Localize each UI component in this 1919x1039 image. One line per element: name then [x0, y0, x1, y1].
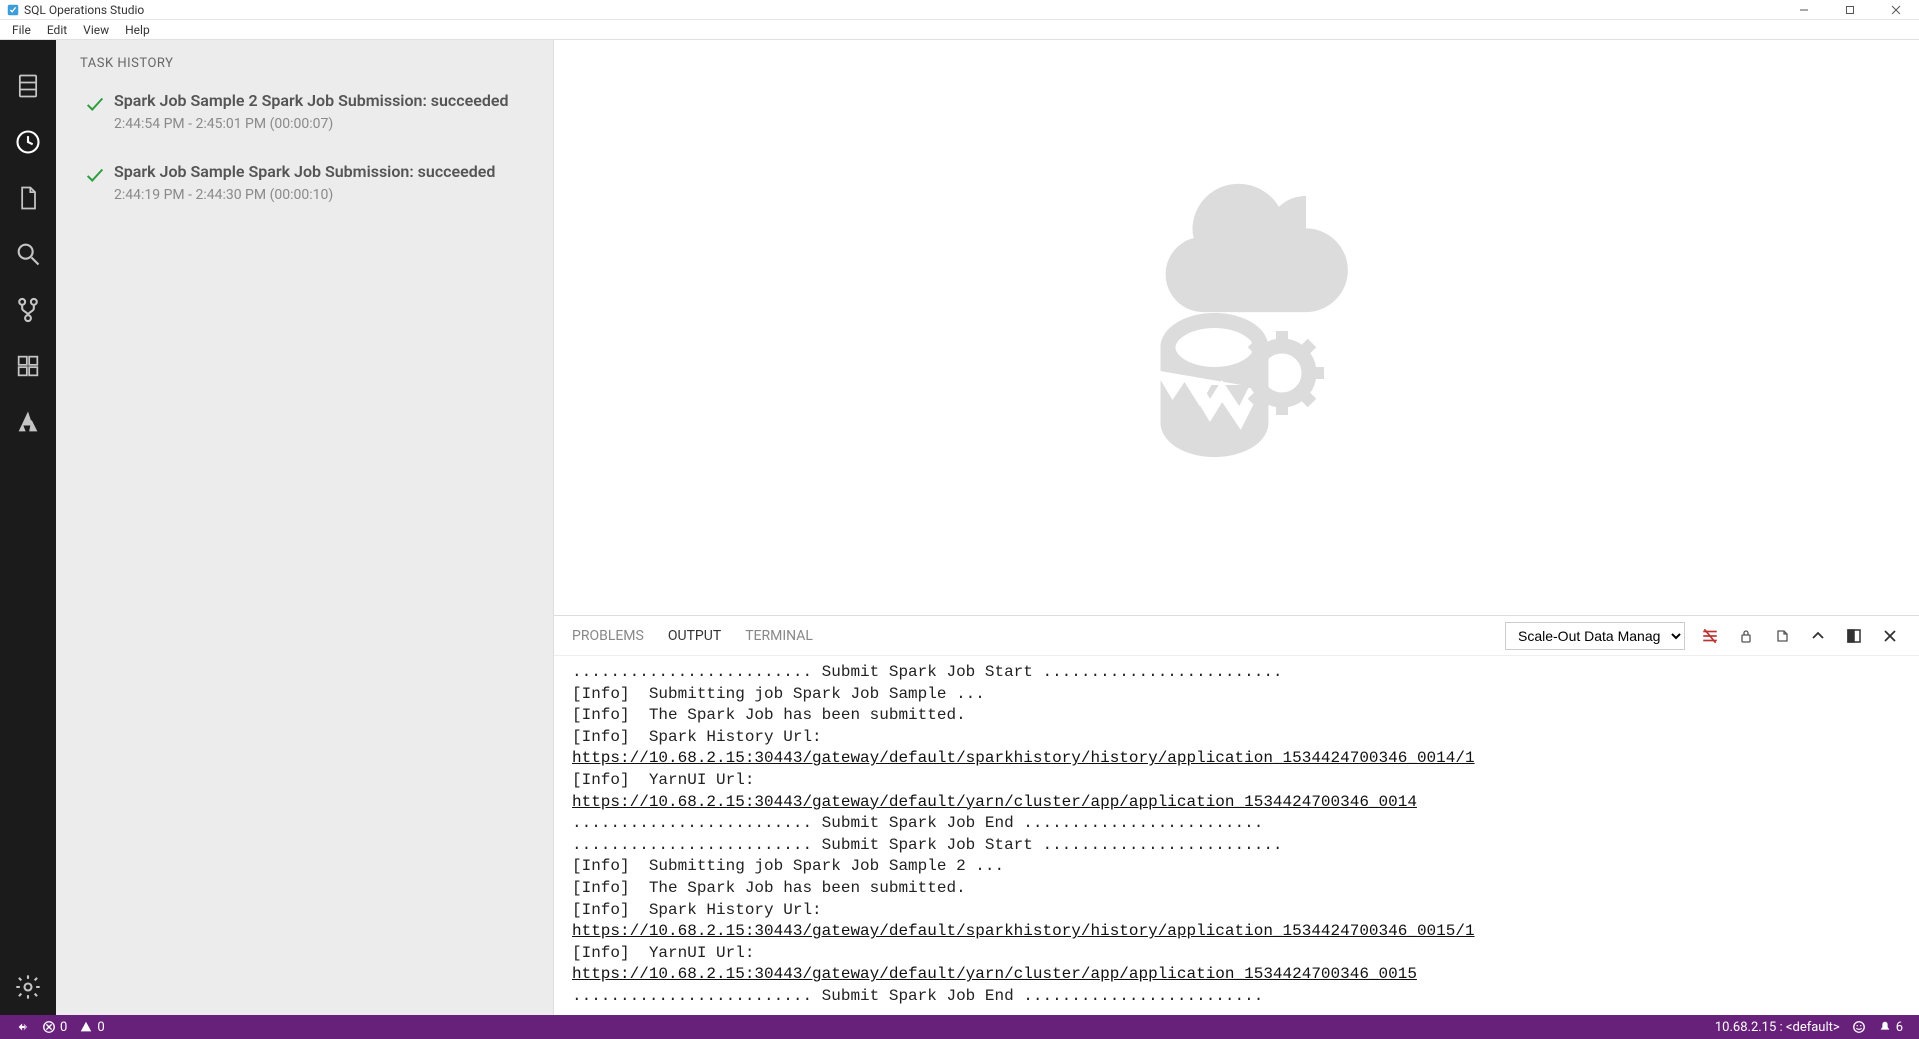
output-url[interactable]: https://10.68.2.15:30443/gateway/default…	[572, 965, 1417, 983]
menu-view[interactable]: View	[75, 21, 117, 39]
output-url[interactable]: https://10.68.2.15:30443/gateway/default…	[572, 922, 1475, 940]
output-line: [Info] The Spark Job has been submitted.	[572, 878, 1901, 900]
activity-extensions[interactable]	[0, 338, 56, 394]
task-time: 2:44:54 PM - 2:45:01 PM (00:00:07)	[114, 116, 508, 132]
tab-output[interactable]: OUTPUT	[668, 620, 721, 652]
maximize-panel-icon[interactable]	[1843, 625, 1865, 647]
close-panel-icon[interactable]	[1879, 625, 1901, 647]
success-check-icon	[84, 164, 106, 190]
menu-file[interactable]: File	[4, 21, 39, 39]
status-errors-count: 0	[60, 1020, 67, 1035]
task-time: 2:44:19 PM - 2:44:30 PM (00:00:10)	[114, 187, 495, 203]
output-line: [Info] Submitting job Spark Job Sample 2…	[572, 856, 1901, 878]
menu-help[interactable]: Help	[117, 21, 158, 39]
output-channel-select[interactable]: Scale-Out Data Manag	[1505, 622, 1685, 650]
lock-scroll-icon[interactable]	[1735, 625, 1757, 647]
menubar: File Edit View Help	[0, 20, 1919, 40]
output-line: ......................... Submit Spark J…	[572, 813, 1901, 835]
status-connection[interactable]: 10.68.2.15 : <default>	[1709, 1020, 1846, 1035]
editor-blank-logo	[554, 40, 1919, 615]
sidebar-title: TASK HISTORY	[56, 40, 553, 81]
clear-output-icon[interactable]	[1699, 625, 1721, 647]
output-url[interactable]: https://10.68.2.15:30443/gateway/default…	[572, 793, 1417, 811]
bottom-panel: PROBLEMS OUTPUT TERMINAL Scale-Out Data …	[554, 615, 1919, 1015]
editor-area: PROBLEMS OUTPUT TERMINAL Scale-Out Data …	[554, 40, 1919, 1015]
titlebar: SQL Operations Studio	[0, 0, 1919, 20]
output-line: [Info] The Spark Job has been submitted.	[572, 705, 1901, 727]
output-line: [Info] Submitting job Spark Job Sample .…	[572, 684, 1901, 706]
output-content[interactable]: ......................... Submit Spark J…	[554, 656, 1919, 1015]
activitybar	[0, 40, 56, 1015]
app-title: SQL Operations Studio	[24, 3, 144, 17]
activity-servers[interactable]	[0, 58, 56, 114]
status-warnings-count: 0	[97, 1020, 104, 1035]
activity-explorer[interactable]	[0, 170, 56, 226]
window-controls	[1781, 0, 1919, 20]
output-line: [Info] YarnUI Url:	[572, 943, 1901, 965]
activity-task-history[interactable]	[0, 114, 56, 170]
minimize-button[interactable]	[1781, 0, 1827, 20]
panel-tabs: PROBLEMS OUTPUT TERMINAL Scale-Out Data …	[554, 616, 1919, 656]
output-line: [Info] Spark History Url:	[572, 727, 1901, 749]
collapse-panel-icon[interactable]	[1807, 625, 1829, 647]
status-remote-icon[interactable]	[10, 1020, 36, 1034]
output-line: ......................... Submit Spark J…	[572, 835, 1901, 857]
tab-terminal[interactable]: TERMINAL	[745, 620, 813, 652]
output-line: ......................... Submit Spark J…	[572, 662, 1901, 684]
output-url[interactable]: https://10.68.2.15:30443/gateway/default…	[572, 749, 1475, 767]
success-check-icon	[84, 93, 106, 119]
app-icon	[6, 3, 20, 17]
task-item[interactable]: Spark Job Sample 2 Spark Job Submission:…	[56, 81, 553, 152]
statusbar: 0 0 10.68.2.15 : <default> 6	[0, 1015, 1919, 1039]
menu-edit[interactable]: Edit	[39, 21, 75, 39]
output-line: [Info] Spark History Url:	[572, 900, 1901, 922]
output-line: ......................... Submit Spark J…	[572, 986, 1901, 1008]
output-line: [Info] YarnUI Url:	[572, 770, 1901, 792]
status-feedback-icon[interactable]	[1846, 1020, 1872, 1034]
task-title: Spark Job Sample Spark Job Submission: s…	[114, 162, 495, 181]
maximize-button[interactable]	[1827, 0, 1873, 20]
sidebar: TASK HISTORY Spark Job Sample 2 Spark Jo…	[56, 40, 554, 1015]
activity-azure[interactable]	[0, 394, 56, 450]
tab-problems[interactable]: PROBLEMS	[572, 620, 644, 652]
task-title: Spark Job Sample 2 Spark Job Submission:…	[114, 91, 508, 110]
status-errors[interactable]: 0	[36, 1020, 73, 1035]
activity-source-control[interactable]	[0, 282, 56, 338]
status-notifications[interactable]: 6	[1872, 1020, 1909, 1035]
open-log-icon[interactable]	[1771, 625, 1793, 647]
status-warnings[interactable]: 0	[73, 1020, 110, 1035]
task-item[interactable]: Spark Job Sample Spark Job Submission: s…	[56, 152, 553, 223]
activity-settings[interactable]	[0, 959, 56, 1015]
activity-search[interactable]	[0, 226, 56, 282]
close-button[interactable]	[1873, 0, 1919, 20]
status-notifications-count: 6	[1896, 1020, 1903, 1035]
